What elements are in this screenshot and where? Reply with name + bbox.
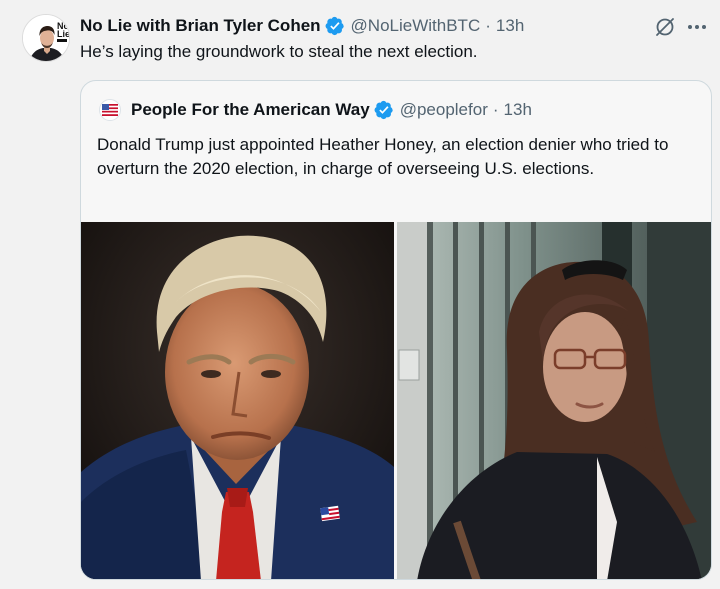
author-handle[interactable]: @NoLieWithBTC: [351, 14, 481, 38]
verified-badge-icon[interactable]: [325, 16, 345, 36]
flag-icon: [102, 104, 118, 116]
tweet-text: He’s laying the groundwork to steal the …: [80, 42, 478, 61]
quoted-tweet-header: People For the American Way @peoplefor ·…: [99, 98, 532, 122]
grok-icon[interactable]: [654, 16, 676, 38]
verified-badge-icon[interactable]: [374, 100, 394, 120]
quoted-tweet-text: Donald Trump just appointed Heather Hone…: [97, 135, 669, 178]
more-icon[interactable]: [684, 16, 710, 38]
quoted-tweet-timestamp[interactable]: 13h: [504, 100, 532, 120]
quoted-author-avatar[interactable]: [99, 99, 121, 121]
tweet[interactable]: No Lie No Lie with Brian Tyler Cohen @No…: [0, 0, 720, 589]
quoted-tweet-media: [81, 222, 711, 579]
separator-dot: ·: [485, 16, 491, 35]
quoted-tweet[interactable]: People For the American Way @peoplefor ·…: [80, 80, 712, 580]
media-photo-portrait-man[interactable]: [81, 222, 394, 579]
tweet-header: No Lie with Brian Tyler Cohen @NoLieWith…: [80, 14, 524, 38]
tweet-timestamp[interactable]: 13h: [496, 14, 524, 38]
flag-pin-icon: [320, 505, 340, 522]
author-name[interactable]: No Lie with Brian Tyler Cohen: [80, 14, 321, 38]
quoted-author-name[interactable]: People For the American Way: [131, 100, 370, 120]
media-photo-woman[interactable]: [397, 222, 711, 579]
author-avatar[interactable]: No Lie: [22, 14, 70, 62]
quoted-author-handle[interactable]: @peoplefor: [400, 100, 488, 120]
separator-dot: ·: [492, 100, 499, 119]
avatar-logo-text: Lie: [57, 29, 70, 39]
